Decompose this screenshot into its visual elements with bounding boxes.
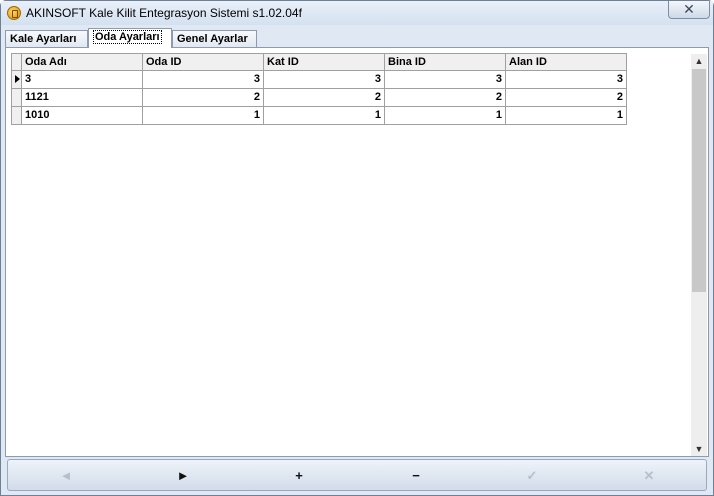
window-title: AKINSOFT Kale Kilit Entegrasyon Sistemi … bbox=[26, 6, 302, 20]
tab-kale-ayarlari[interactable]: Kale Ayarları bbox=[5, 30, 88, 47]
cell-alan-id[interactable]: 1 bbox=[506, 107, 627, 125]
post-record-button[interactable]: ✓ bbox=[522, 466, 542, 486]
tab-panel: Oda Adı Oda ID Kat ID Bina ID Alan ID 3 … bbox=[5, 47, 709, 457]
row-indicator-header bbox=[11, 53, 22, 71]
tab-label: Kale Ayarları bbox=[10, 33, 77, 45]
column-header-oda-id[interactable]: Oda ID bbox=[143, 53, 264, 71]
cell-bina-id[interactable]: 3 bbox=[385, 71, 506, 89]
row-indicator[interactable] bbox=[11, 107, 22, 125]
column-header-kat-id[interactable]: Kat ID bbox=[264, 53, 385, 71]
cell-oda-id[interactable]: 2 bbox=[143, 89, 264, 107]
cell-oda-id[interactable]: 3 bbox=[143, 71, 264, 89]
delete-record-button[interactable]: − bbox=[406, 466, 426, 486]
cell-bina-id[interactable]: 1 bbox=[385, 107, 506, 125]
cell-kat-id[interactable]: 3 bbox=[264, 71, 385, 89]
row-indicator[interactable] bbox=[11, 71, 22, 89]
cell-oda-adi[interactable]: 3 bbox=[22, 71, 143, 89]
cancel-record-button[interactable]: ✕ bbox=[639, 466, 659, 486]
tab-label: Oda Ayarları bbox=[93, 30, 162, 44]
prior-record-button[interactable]: ◄ bbox=[56, 466, 76, 486]
close-button[interactable]: ✕ bbox=[668, 1, 710, 19]
column-header-alan-id[interactable]: Alan ID bbox=[506, 53, 627, 71]
current-row-arrow-icon bbox=[15, 75, 20, 83]
scroll-thumb[interactable] bbox=[692, 69, 706, 292]
insert-record-button[interactable]: + bbox=[289, 466, 309, 486]
app-window: AKINSOFT Kale Kilit Entegrasyon Sistemi … bbox=[0, 0, 714, 496]
scroll-up-icon[interactable]: ▲ bbox=[691, 54, 707, 68]
title-bar: AKINSOFT Kale Kilit Entegrasyon Sistemi … bbox=[1, 1, 713, 25]
vertical-scrollbar[interactable]: ▲ ▼ bbox=[691, 54, 707, 456]
db-navigator: ◄ ► + − ✓ ✕ bbox=[7, 459, 707, 491]
lock-icon bbox=[7, 6, 21, 20]
cell-oda-adi[interactable]: 1010 bbox=[22, 107, 143, 125]
cell-bina-id[interactable]: 2 bbox=[385, 89, 506, 107]
cell-alan-id[interactable]: 2 bbox=[506, 89, 627, 107]
row-indicator[interactable] bbox=[11, 89, 22, 107]
scroll-down-icon[interactable]: ▼ bbox=[691, 442, 707, 456]
cell-oda-adi[interactable]: 1121 bbox=[22, 89, 143, 107]
cell-alan-id[interactable]: 3 bbox=[506, 71, 627, 89]
tab-oda-ayarlari[interactable]: Oda Ayarları bbox=[88, 28, 172, 48]
next-record-button[interactable]: ► bbox=[173, 466, 193, 486]
tab-label: Genel Ayarlar bbox=[177, 33, 248, 45]
cell-oda-id[interactable]: 1 bbox=[143, 107, 264, 125]
tab-genel-ayarlar[interactable]: Genel Ayarlar bbox=[172, 30, 257, 47]
cell-kat-id[interactable]: 1 bbox=[264, 107, 385, 125]
column-header-oda-adi[interactable]: Oda Adı bbox=[22, 53, 143, 71]
cell-kat-id[interactable]: 2 bbox=[264, 89, 385, 107]
column-header-bina-id[interactable]: Bina ID bbox=[385, 53, 506, 71]
